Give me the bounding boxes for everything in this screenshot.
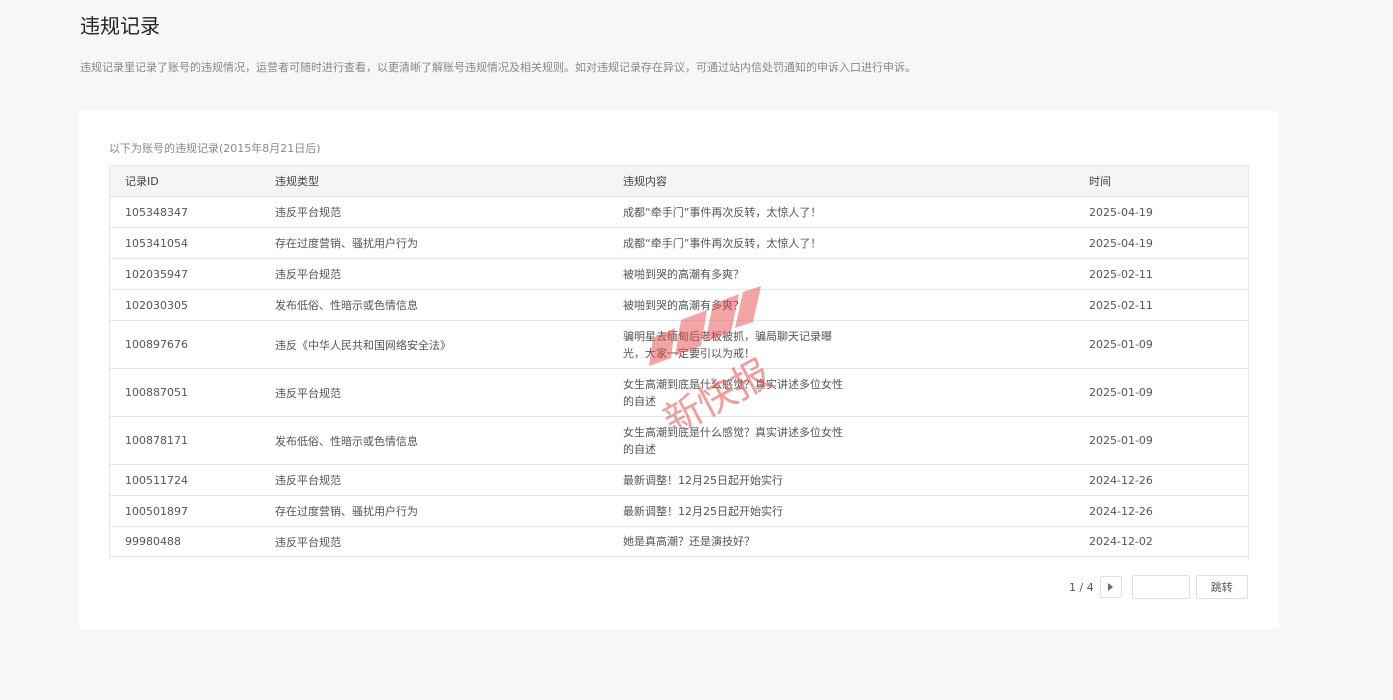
- violation-content: 女生高潮到底是什么感觉？真实讲述多位女性的自述: [623, 377, 843, 408]
- table-row: 100878171 发布低俗、性暗示或色情信息 女生高潮到底是什么感觉？真实讲述…: [109, 416, 1249, 465]
- caret-right-icon: [1108, 583, 1114, 591]
- violation-type: 发布低俗、性暗示或色情信息: [275, 289, 623, 321]
- violation-type: 违反《中华人民共和国网络安全法》: [275, 320, 623, 369]
- page-description: 违规记录里记录了账号的违规情况，运营者可随时进行查看，以更清晰了解账号违规情况及…: [80, 61, 916, 74]
- violation-type: 违反平台规范: [275, 258, 623, 290]
- table-row: 100501897 存在过度营销、骚扰用户行为 最新调整！12月25日起开始实行…: [109, 495, 1249, 527]
- page-title: 违规记录: [80, 14, 160, 38]
- record-id: 100887051: [109, 368, 275, 417]
- violation-content: 成都“牵手门”事件再次反转，太惊人了！: [623, 205, 822, 219]
- record-time: 2024-12-02: [1089, 526, 1249, 557]
- header-time: 时间: [1089, 165, 1249, 197]
- page-jump-input[interactable]: [1131, 575, 1190, 599]
- table-row: 99980488 违反平台规范 她是真高潮？还是演技好？ 2024-12-02: [109, 526, 1249, 557]
- record-id: 99980488: [109, 526, 275, 557]
- table-row: 105341054 存在过度营销、骚扰用户行为 成都“牵手门”事件再次反转，太惊…: [109, 227, 1249, 259]
- record-time: 2024-12-26: [1089, 495, 1249, 527]
- violation-content: 成都“牵手门”事件再次反转，太惊人了！: [623, 236, 822, 250]
- violation-type: 违反平台规范: [275, 196, 623, 228]
- table-border-right: [1248, 165, 1249, 559]
- record-id: 105341054: [109, 227, 275, 259]
- violation-content: 被啪到哭的高潮有多爽？: [623, 298, 744, 312]
- violation-content: 骗明星去缅甸后老板被抓，骗局聊天记录曝光，大家一定要引以为戒！: [623, 329, 832, 360]
- records-card: 以下为账号的违规记录(2015年8月21日后) 记录ID 违规类型 违规内容 时…: [79, 111, 1279, 629]
- next-page-button[interactable]: [1099, 576, 1122, 598]
- table-row: 102030305 发布低俗、性暗示或色情信息 被啪到哭的高潮有多爽？ 2025…: [109, 289, 1249, 321]
- header-violation-type: 违规类型: [275, 165, 623, 197]
- pagination: 1 / 4 跳转: [1069, 575, 1248, 599]
- table-row: 105348347 违反平台规范 成都“牵手门”事件再次反转，太惊人了！ 202…: [109, 196, 1249, 228]
- record-id: 105348347: [109, 196, 275, 228]
- violation-type: 发布低俗、性暗示或色情信息: [275, 416, 623, 465]
- jump-button[interactable]: 跳转: [1195, 575, 1248, 599]
- record-time: 2025-01-09: [1089, 368, 1249, 417]
- table-row: 100897676 违反《中华人民共和国网络安全法》 骗明星去缅甸后老板被抓，骗…: [109, 320, 1249, 369]
- violation-content: 女生高潮到底是什么感觉？真实讲述多位女性的自述: [623, 425, 843, 456]
- violation-type: 违反平台规范: [275, 464, 623, 496]
- record-id: 102030305: [109, 289, 275, 321]
- record-time: 2025-02-11: [1089, 289, 1249, 321]
- header-violation-content: 违规内容: [623, 165, 1089, 197]
- table-row: 102035947 违反平台规范 被啪到哭的高潮有多爽？ 2025-02-11: [109, 258, 1249, 290]
- violation-type: 违反平台规范: [275, 368, 623, 417]
- record-time: 2024-12-26: [1089, 464, 1249, 496]
- violation-type: 存在过度营销、骚扰用户行为: [275, 227, 623, 259]
- violation-records-table: 记录ID 违规类型 违规内容 时间 105348347 违反平台规范 成都“牵手…: [109, 165, 1249, 557]
- page-indicator: 1 / 4: [1069, 580, 1094, 594]
- violation-content: 她是真高潮？还是演技好？: [623, 535, 755, 548]
- table-caption: 以下为账号的违规记录(2015年8月21日后): [109, 142, 321, 155]
- record-time: 2025-04-19: [1089, 196, 1249, 228]
- record-time: 2025-01-09: [1089, 320, 1249, 369]
- violation-content: 被啪到哭的高潮有多爽？: [623, 267, 744, 281]
- table-row: 100511724 违反平台规范 最新调整！12月25日起开始实行 2024-1…: [109, 464, 1249, 496]
- violation-content: 最新调整！12月25日起开始实行: [623, 473, 783, 487]
- violation-type: 存在过度营销、骚扰用户行为: [275, 495, 623, 527]
- record-time: 2025-04-19: [1089, 227, 1249, 259]
- violation-type: 违反平台规范: [275, 526, 623, 557]
- record-time: 2025-01-09: [1089, 416, 1249, 465]
- record-id: 100501897: [109, 495, 275, 527]
- table-row: 100887051 违反平台规范 女生高潮到底是什么感觉？真实讲述多位女性的自述…: [109, 368, 1249, 417]
- table-border-left: [109, 165, 110, 559]
- record-id: 100878171: [109, 416, 275, 465]
- record-id: 100511724: [109, 464, 275, 496]
- table-header-row: 记录ID 违规类型 违规内容 时间: [109, 165, 1249, 197]
- violation-content: 最新调整！12月25日起开始实行: [623, 504, 783, 518]
- record-id: 102035947: [109, 258, 275, 290]
- header-record-id: 记录ID: [109, 165, 275, 197]
- record-time: 2025-02-11: [1089, 258, 1249, 290]
- record-id: 100897676: [109, 320, 275, 369]
